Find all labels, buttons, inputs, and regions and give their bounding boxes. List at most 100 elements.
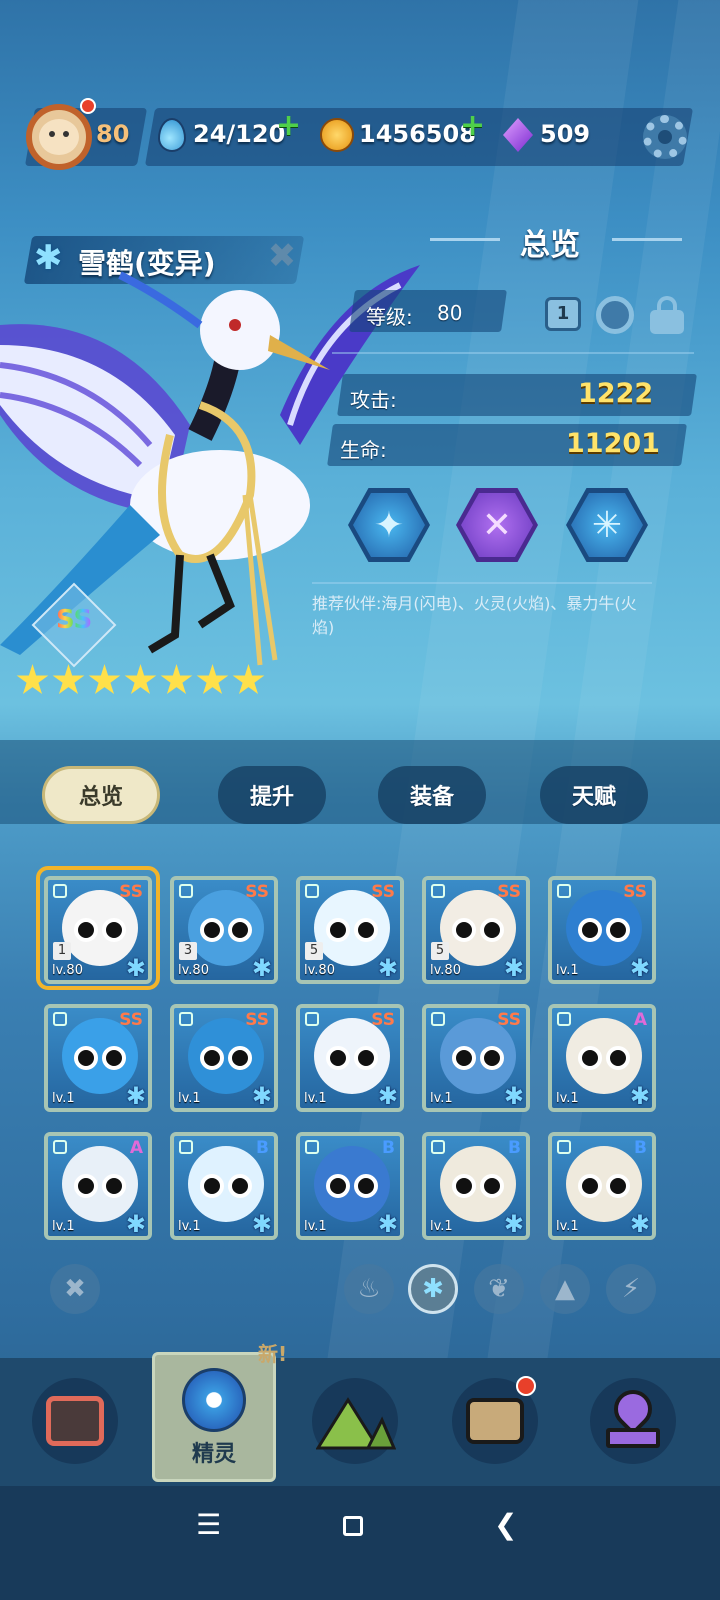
lock-shackle xyxy=(657,296,677,314)
tab-overview[interactable]: 总览 xyxy=(42,766,160,824)
star-rating xyxy=(16,664,265,697)
fire-filter-button[interactable]: ♨ xyxy=(344,1264,394,1314)
lightning-filter-button[interactable]: ⚡ xyxy=(606,1264,656,1314)
back-icon[interactable]: ❮ xyxy=(494,1508,517,1541)
spirit-card[interactable]: SS lv.1 ✱ xyxy=(170,1004,278,1112)
team-slot-number: 3 xyxy=(179,942,197,960)
grass-filter-button[interactable]: ❦ xyxy=(474,1264,524,1314)
spirit-card[interactable]: Alv.1 ✱ xyxy=(548,1004,656,1112)
lock-icon xyxy=(431,1140,445,1154)
level-value: 80 xyxy=(437,301,463,325)
level-label: lv.1 xyxy=(556,1091,579,1106)
add-coins-button[interactable]: + xyxy=(460,108,485,143)
spirit-card[interactable]: Blv.1 ✱ xyxy=(548,1132,656,1240)
nav-map[interactable] xyxy=(590,1378,676,1464)
ice-filter-button[interactable]: ✱ xyxy=(408,1264,458,1314)
grade-label: SS xyxy=(371,1010,395,1030)
lock-icon xyxy=(305,1140,319,1154)
level-label: lv.80 xyxy=(430,963,461,978)
ice-element-icon: ✱ xyxy=(377,1082,398,1110)
spirit-card[interactable]: SS lv.80 ✱ 5 xyxy=(296,876,404,984)
attack-label: 攻击: xyxy=(350,388,397,412)
shuriken-icon: ✦ xyxy=(353,493,425,557)
lock-icon xyxy=(305,884,319,898)
target-icon[interactable] xyxy=(596,296,634,334)
tab-upgrade[interactable]: 提升 xyxy=(218,766,326,824)
spirit-card[interactable]: SS lv.80 ✱ 3 xyxy=(170,876,278,984)
level-label: lv.1 xyxy=(178,1091,201,1106)
level-label: lv.1 xyxy=(178,1219,201,1234)
star-icon xyxy=(88,664,121,695)
spirit-card[interactable]: Alv.1 ✱ xyxy=(44,1132,152,1240)
nav-device[interactable] xyxy=(32,1378,118,1464)
team-slot-number: 5 xyxy=(431,942,449,960)
attack-value: 1222 xyxy=(578,378,654,409)
settings-gear-icon[interactable] xyxy=(643,115,687,159)
level-label: lv.1 xyxy=(52,1091,75,1106)
notification-dot xyxy=(80,98,96,114)
lock-icon xyxy=(53,1140,67,1154)
spirit-card[interactable]: Blv.1 ✱ xyxy=(422,1132,530,1240)
cross-slash-icon: ✕ xyxy=(461,493,533,557)
star-icon xyxy=(160,664,193,695)
title-ornament-right xyxy=(612,238,682,241)
ice-element-icon: ✱ xyxy=(629,954,650,982)
rock-icon: ▲ xyxy=(555,1274,575,1304)
ice-icon: ✱ xyxy=(422,1274,444,1304)
coin-value: 1456508 xyxy=(359,120,476,148)
tab-talent[interactable]: 天赋 xyxy=(540,766,648,824)
ice-element-icon: ✱ xyxy=(377,1210,398,1238)
coin-icon xyxy=(320,118,354,152)
level-label: lv.1 xyxy=(556,1219,579,1234)
ice-element-icon: ✱ xyxy=(503,954,524,982)
clear-icon: ✖ xyxy=(64,1274,86,1304)
ice-element-icon: ✱ xyxy=(251,1210,272,1238)
spirit-card[interactable]: SS lv.1 ✱ xyxy=(44,1004,152,1112)
ice-element-icon: ✱ xyxy=(503,1210,524,1238)
team-slot-badge[interactable]: 1 xyxy=(545,297,581,331)
tab-equipment[interactable]: 装备 xyxy=(378,766,486,824)
rank-label: SS xyxy=(56,605,93,635)
ice-element-icon: ✱ xyxy=(503,1082,524,1110)
stamina-drop-icon xyxy=(158,118,186,152)
player-avatar[interactable] xyxy=(26,104,92,170)
level-label: lv.1 xyxy=(556,963,579,978)
lightning-icon: ⚡ xyxy=(621,1274,641,1304)
spirit-card[interactable]: SS lv.1 ✱ xyxy=(422,1004,530,1112)
rock-filter-button[interactable]: ▲ xyxy=(540,1264,590,1314)
player-level: 80 xyxy=(96,120,130,148)
grade-label: SS xyxy=(371,882,395,902)
level-label: lv.1 xyxy=(52,1219,75,1234)
nav-world[interactable] xyxy=(312,1378,398,1464)
spirit-card[interactable]: SS lv.80 ✱ 5 xyxy=(422,876,530,984)
system-nav-bar xyxy=(0,1486,720,1600)
lock-icon xyxy=(53,1012,67,1026)
menu-icon[interactable]: ☰ xyxy=(196,1508,221,1541)
spirit-card[interactable]: Blv.1 ✱ xyxy=(296,1132,404,1240)
selected-card-frame xyxy=(36,866,160,990)
fire-icon: ♨ xyxy=(357,1274,381,1304)
divider xyxy=(312,582,652,584)
lock-icon xyxy=(431,1012,445,1026)
divider xyxy=(332,352,694,354)
star-icon xyxy=(52,664,85,695)
ice-cross-icon: ✳ xyxy=(571,493,643,557)
grade-label: B xyxy=(382,1138,395,1158)
spirit-card[interactable]: SS lv.1 ✱ xyxy=(548,876,656,984)
home-icon[interactable] xyxy=(343,1516,363,1536)
map-base xyxy=(606,1428,660,1448)
overview-title: 总览 xyxy=(520,228,580,263)
star-icon xyxy=(232,664,265,695)
clear-filter-button[interactable]: ✖ xyxy=(50,1264,100,1314)
lock-icon xyxy=(557,1012,571,1026)
star-icon xyxy=(124,664,157,695)
spirit-card[interactable]: SS lv.1 ✱ xyxy=(296,1004,404,1112)
ice-element-icon: ✱ xyxy=(251,954,272,982)
new-tag: 新! xyxy=(258,1342,288,1366)
grade-label: B xyxy=(508,1138,521,1158)
nav-spirits-label: 精灵 xyxy=(191,1442,236,1467)
spirit-card[interactable]: Blv.1 ✱ xyxy=(170,1132,278,1240)
level-label: lv.80 xyxy=(178,963,209,978)
grade-label: SS xyxy=(245,882,269,902)
add-stamina-button[interactable]: + xyxy=(276,108,301,143)
